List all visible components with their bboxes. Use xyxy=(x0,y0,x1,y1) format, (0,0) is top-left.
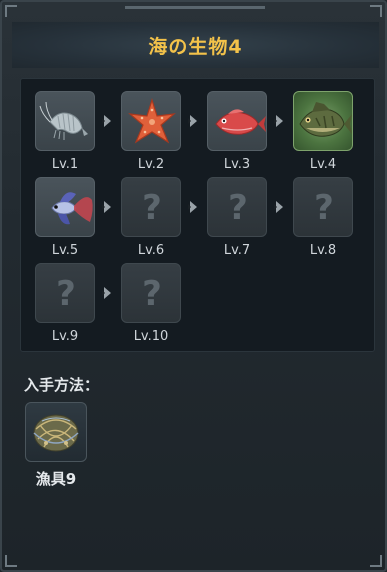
level-label: Lv.2 xyxy=(137,157,165,172)
starfish-icon xyxy=(128,97,176,144)
red-snapper-icon xyxy=(215,109,266,135)
betta-fish-icon xyxy=(51,192,93,225)
level-label: Lv.7 xyxy=(223,243,251,258)
creature-slot-lv8[interactable]: ? xyxy=(293,177,353,237)
question-mark-icon: ? xyxy=(228,188,248,228)
question-mark-icon: ? xyxy=(142,188,162,228)
creature-slot-lv6[interactable]: ? xyxy=(121,177,181,237)
level-label: Lv.10 xyxy=(133,329,169,344)
sea-creatures-panel: 海の生物4 Lv.1 Lv.2 Lv.3 Lv.4 Lv.5 ? Lv.6 ? … xyxy=(0,0,387,572)
creature-slot-lv5[interactable] xyxy=(35,177,95,237)
level-label: Lv.8 xyxy=(309,243,337,258)
arrow-right-icon xyxy=(102,287,111,299)
question-mark-icon: ? xyxy=(56,274,76,314)
arrow-right-icon xyxy=(102,115,111,127)
arrow-right-icon xyxy=(274,115,283,127)
creature-slot-lv3[interactable] xyxy=(207,91,267,151)
acquisition-item-slot[interactable] xyxy=(25,402,87,462)
arrow-right-icon xyxy=(102,201,111,213)
level-label: Lv.9 xyxy=(51,329,79,344)
question-mark-icon: ? xyxy=(142,274,162,314)
arrow-right-icon xyxy=(274,201,283,213)
fishing-net-icon xyxy=(33,414,79,452)
bass-fish-icon xyxy=(299,102,352,137)
evolution-grid: Lv.1 Lv.2 Lv.3 Lv.4 Lv.5 ? Lv.6 ? Lv.7 ?… xyxy=(20,78,375,352)
level-label: Lv.1 xyxy=(51,157,79,172)
arrow-right-icon xyxy=(188,115,197,127)
title-bar: 海の生物4 xyxy=(12,22,379,68)
panel-corner xyxy=(5,5,17,17)
level-label: Lv.6 xyxy=(137,243,165,258)
question-mark-icon: ? xyxy=(314,188,334,228)
panel-corner xyxy=(370,5,382,17)
acquisition-label: 入手方法： xyxy=(24,376,100,394)
panel-corner xyxy=(370,555,382,567)
level-label: Lv.4 xyxy=(309,157,337,172)
creature-slot-lv10[interactable]: ? xyxy=(121,263,181,323)
level-label: Lv.5 xyxy=(51,243,79,258)
acquisition-item-name: 漁具9 xyxy=(35,470,77,488)
shrimp-icon xyxy=(39,101,88,140)
arrow-right-icon xyxy=(188,201,197,213)
creature-slot-lv4[interactable] xyxy=(293,91,353,151)
panel-title: 海の生物4 xyxy=(148,35,243,58)
creature-slot-lv7[interactable]: ? xyxy=(207,177,267,237)
panel-corner xyxy=(5,555,17,567)
creature-slot-lv2[interactable] xyxy=(121,91,181,151)
level-label: Lv.3 xyxy=(223,157,251,172)
creature-slot-lv9[interactable]: ? xyxy=(35,263,95,323)
panel-top-notch xyxy=(125,6,265,14)
creature-slot-lv1[interactable] xyxy=(35,91,95,151)
